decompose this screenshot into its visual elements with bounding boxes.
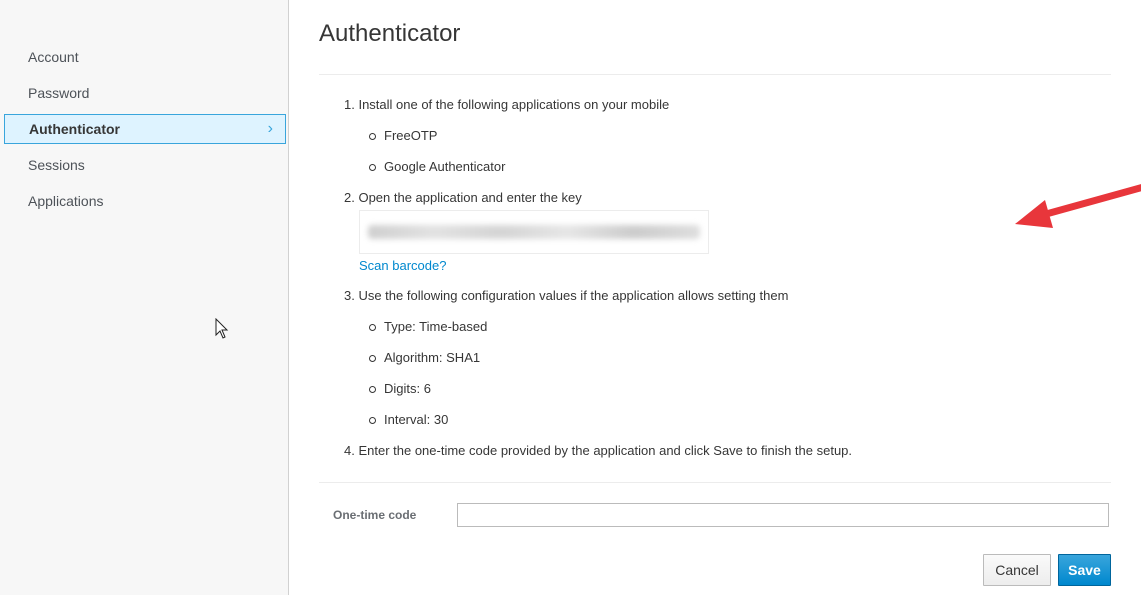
divider bbox=[319, 482, 1111, 483]
one-time-code-label: One-time code bbox=[333, 508, 417, 522]
sidebar-item-label: Password bbox=[28, 85, 90, 101]
step-2-text: 2. Open the application and enter the ke… bbox=[344, 190, 582, 205]
one-time-code-input[interactable] bbox=[457, 503, 1109, 527]
step-3-text: 3. Use the following configuration value… bbox=[344, 288, 789, 303]
save-button[interactable]: Save bbox=[1058, 554, 1111, 586]
sidebar-item-label: Authenticator bbox=[29, 121, 120, 137]
config-list-item: Algorithm: SHA1 bbox=[368, 350, 481, 365]
sidebar-item-password[interactable]: Password bbox=[4, 79, 286, 107]
step-4-text: 4. Enter the one-time code provided by t… bbox=[344, 443, 853, 458]
sidebar: Account Password Authenticator › Session… bbox=[0, 0, 289, 595]
sidebar-item-label: Account bbox=[28, 49, 79, 65]
app-list-item: FreeOTP bbox=[368, 128, 438, 143]
secret-key-box bbox=[359, 210, 709, 254]
sidebar-item-account[interactable]: Account bbox=[4, 43, 286, 71]
scan-barcode-link[interactable]: Scan barcode? bbox=[359, 258, 446, 273]
config-list-item: Interval: 30 bbox=[368, 412, 449, 427]
main-content: Authenticator 1. Install one of the foll… bbox=[289, 0, 1141, 595]
cancel-button[interactable]: Cancel bbox=[983, 554, 1051, 586]
page-title: Authenticator bbox=[319, 20, 461, 47]
app-list-item: Google Authenticator bbox=[368, 159, 506, 174]
sidebar-item-label: Applications bbox=[28, 193, 104, 209]
config-list-item: Type: Time-based bbox=[368, 319, 488, 334]
sidebar-item-applications[interactable]: Applications bbox=[4, 187, 286, 215]
config-list-item: Digits: 6 bbox=[369, 381, 431, 396]
sidebar-item-authenticator[interactable]: Authenticator › bbox=[4, 114, 286, 144]
chevron-right-icon: › bbox=[267, 120, 273, 137]
blurred-secret-key bbox=[368, 225, 700, 239]
sidebar-item-sessions[interactable]: Sessions bbox=[4, 151, 286, 179]
divider bbox=[319, 74, 1111, 75]
step-1-text: 1. Install one of the following applicat… bbox=[344, 97, 670, 112]
sidebar-item-label: Sessions bbox=[28, 157, 85, 173]
red-arrow-annotation bbox=[1015, 184, 1141, 228]
mouse-pointer-icon bbox=[215, 318, 229, 339]
